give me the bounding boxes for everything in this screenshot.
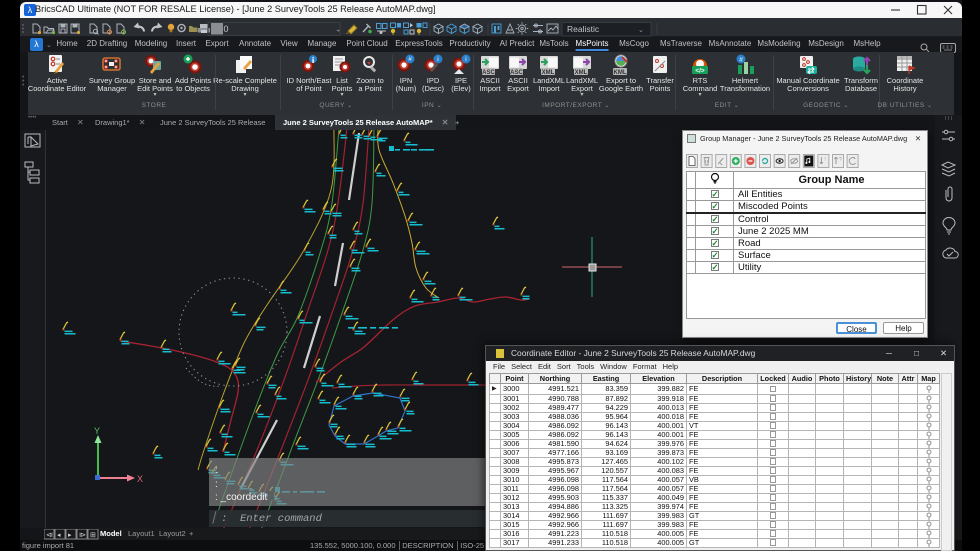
svg-text:⌄: ⌄ bbox=[335, 25, 342, 34]
svg-text:Y: Y bbox=[94, 426, 100, 436]
svg-text:!: ! bbox=[824, 157, 825, 163]
svg-text:⧐: ⧐ bbox=[79, 532, 86, 539]
svg-text:0: 0 bbox=[224, 24, 229, 34]
svg-text:◂: ◂ bbox=[57, 532, 61, 539]
svg-text:X: X bbox=[137, 474, 143, 484]
svg-text:▸: ▸ bbox=[68, 532, 72, 539]
svg-text:?: ? bbox=[839, 157, 842, 163]
svg-text:⧏: ⧏ bbox=[46, 532, 53, 539]
svg-text:#: # bbox=[739, 57, 743, 64]
svg-text:⌄: ⌄ bbox=[638, 27, 644, 34]
svg-text:Realistic: Realistic bbox=[567, 24, 600, 34]
svg-text:⊞: ⊞ bbox=[90, 532, 96, 539]
